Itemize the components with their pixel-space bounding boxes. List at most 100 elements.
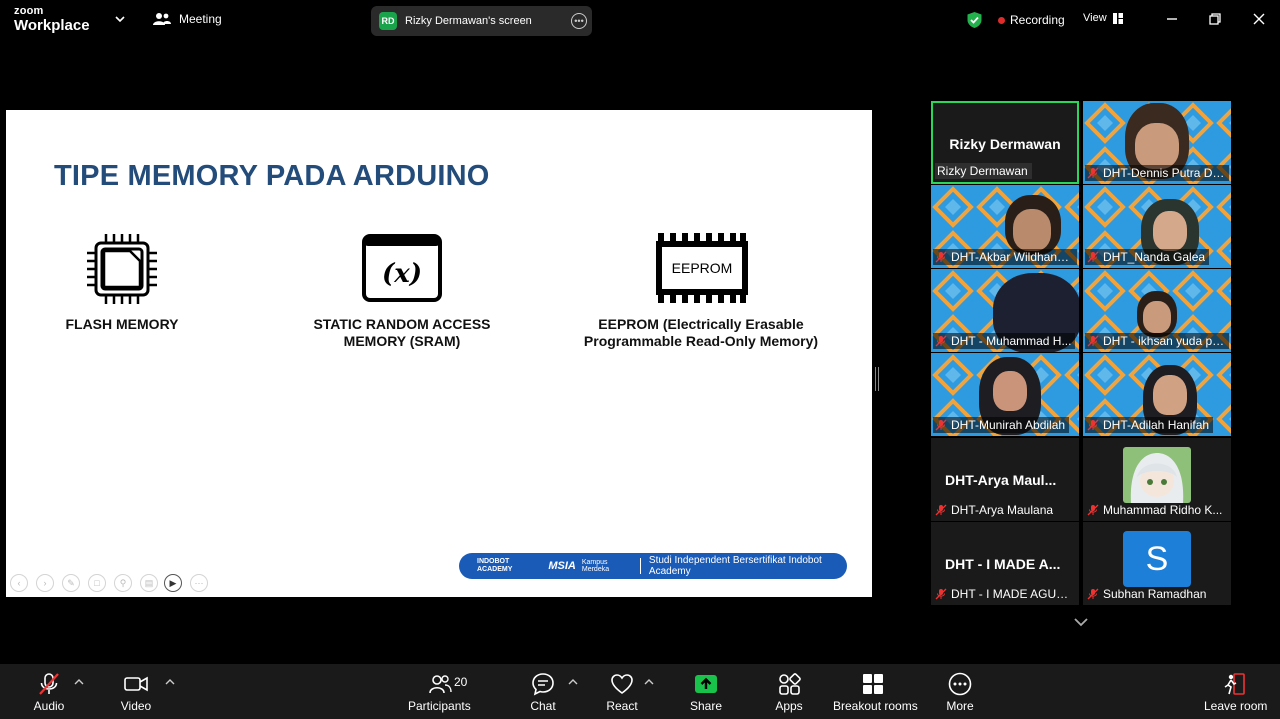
participant-name-bar: DHT-Munirah Abdilah	[933, 417, 1070, 433]
participant-tile[interactable]: Rizky Dermawan Rizky Dermawan	[931, 101, 1079, 184]
participant-name-bar: DHT - ikhsan yuda pr...	[1085, 333, 1229, 349]
breakout-rooms-button[interactable]: Breakout rooms	[833, 672, 918, 713]
share-label: Share	[689, 699, 723, 713]
share-screen-icon	[695, 675, 717, 693]
mic-muted-icon	[935, 335, 947, 347]
mic-muted-icon	[935, 419, 947, 431]
participant-tile[interactable]: DHT_Nanda Galea	[1083, 185, 1231, 268]
participant-tile[interactable]: DHT - I MADE A... DHT - I MADE AGUS ...	[931, 522, 1079, 605]
logo-line2: Workplace	[14, 17, 90, 34]
react-label: React	[606, 699, 638, 713]
apps-button[interactable]: Apps	[769, 672, 809, 713]
caret-up-icon[interactable]	[644, 678, 654, 686]
participant-name: DHT-Munirah Abdilah	[951, 418, 1066, 432]
more-icon	[948, 672, 972, 696]
subtitles-icon[interactable]: ▤	[140, 574, 158, 592]
participant-face	[1013, 209, 1051, 251]
chevron-down-icon[interactable]	[1073, 617, 1089, 627]
participant-name: DHT - I MADE AGUS ...	[951, 587, 1073, 601]
mic-muted-icon	[935, 251, 947, 263]
recording-indicator[interactable]: Recording	[998, 13, 1065, 27]
participant-big-name: DHT - I MADE A...	[945, 556, 1061, 572]
breakout-rooms-icon	[863, 674, 883, 694]
participant-tile[interactable]: S Subhan Ramadhan	[1083, 522, 1231, 605]
top-bar: zoom Workplace Meeting RD Rizky Dermawan…	[0, 0, 1280, 42]
slide-more-icon[interactable]: ⋯	[190, 574, 208, 592]
participant-name-bar: Muhammad Ridho K...	[1085, 502, 1226, 518]
participant-tile[interactable]: DHT-Arya Maul... DHT-Arya Maulana	[931, 438, 1079, 521]
participant-name: DHT_Nanda Galea	[1103, 250, 1206, 264]
mic-muted-icon	[1087, 167, 1099, 179]
banner-brand: INDOBOT ACADEMY	[477, 558, 513, 573]
participant-name-bar: DHT - Muhammad H...	[933, 333, 1076, 349]
caret-up-icon[interactable]	[165, 678, 175, 686]
split-divider-handle[interactable]	[875, 367, 879, 391]
participant-tile[interactable]: DHT - ikhsan yuda pr...	[1083, 269, 1231, 352]
mic-muted-icon	[935, 588, 947, 600]
recording-label: Recording	[1010, 13, 1065, 27]
participant-face	[1143, 301, 1171, 333]
slide-title: TIPE MEMORY PADA ARDUINO	[54, 160, 490, 192]
leave-room-icon	[1224, 673, 1245, 695]
video-button[interactable]: Video	[115, 672, 157, 713]
participant-name: DHT-Dennis Putra Dw...	[1103, 166, 1225, 180]
mic-muted-icon	[1087, 251, 1099, 263]
prev-slide-icon[interactable]: ‹	[10, 574, 28, 592]
audio-button[interactable]: Audio	[28, 672, 70, 713]
participant-avatar	[1123, 447, 1191, 503]
screen-share-label: Rizky Dermawan's screen	[405, 15, 532, 27]
minimize-icon[interactable]	[1165, 12, 1179, 26]
meeting-menu[interactable]: Meeting	[153, 12, 222, 26]
caret-up-icon[interactable]	[568, 678, 578, 686]
participant-name-bar: Rizky Dermawan	[935, 163, 1032, 179]
banner-divider	[640, 558, 641, 574]
chat-button[interactable]: Chat	[522, 672, 564, 713]
participant-tile[interactable]: DHT-Munirah Abdilah	[931, 353, 1079, 436]
variable-glyph: (x)	[382, 259, 422, 289]
react-button[interactable]: React	[602, 672, 642, 713]
sram-label: STATIC RANDOM ACCESS MEMORY (SRAM)	[313, 316, 491, 349]
mic-muted-icon	[1087, 588, 1099, 600]
close-icon[interactable]	[1252, 12, 1266, 26]
participant-name: DHT - ikhsan yuda pr...	[1103, 334, 1225, 348]
participant-tile[interactable]: DHT-Adilah Hanifah	[1083, 353, 1231, 436]
view-label: View	[1083, 12, 1107, 24]
participant-face	[1153, 375, 1187, 415]
participant-avatar: S	[1123, 531, 1191, 587]
participant-tile[interactable]: DHT-Akbar Wildhanata	[931, 185, 1079, 268]
variable-icon: (x)	[362, 234, 442, 302]
meeting-label: Meeting	[179, 12, 222, 26]
participant-tile[interactable]: DHT - Muhammad H...	[931, 269, 1079, 352]
mic-muted-icon	[1087, 335, 1099, 347]
view-menu[interactable]: View	[1083, 12, 1123, 24]
leave-room-button[interactable]: Leave room	[1204, 672, 1268, 713]
caret-up-icon[interactable]	[74, 678, 84, 686]
chevron-down-icon[interactable]	[114, 13, 126, 25]
meeting-toolbar: Audio Video Participants 20 Chat React S…	[0, 664, 1280, 719]
banner-km: Kampus Merdeka	[581, 559, 610, 573]
banner-text: Studi Independent Bersertifikat Indobot …	[648, 555, 822, 577]
eeprom-chip-text: EEPROM	[672, 260, 733, 276]
share-button[interactable]: Share	[686, 672, 726, 713]
leave-room-label: Leave room	[1204, 699, 1268, 713]
slides-icon[interactable]: □	[88, 574, 106, 592]
participant-tile[interactable]: DHT-Dennis Putra Dw...	[1083, 101, 1231, 184]
participant-name: DHT-Akbar Wildhanata	[951, 250, 1073, 264]
more-options-icon[interactable]: •••	[571, 13, 587, 29]
restore-icon[interactable]	[1208, 12, 1222, 26]
zoom-icon[interactable]: ⚲	[114, 574, 132, 592]
mic-muted-icon	[39, 673, 59, 695]
eeprom-label: EEPROM (Electrically Erasable Programmab…	[583, 316, 819, 349]
next-slide-icon[interactable]: ›	[36, 574, 54, 592]
participant-tile[interactable]: Muhammad Ridho K...	[1083, 438, 1231, 521]
mic-muted-icon	[1087, 419, 1099, 431]
encryption-shield-icon[interactable]	[966, 11, 983, 29]
more-button[interactable]: More	[940, 672, 980, 713]
screen-share-indicator[interactable]: RD Rizky Dermawan's screen •••	[371, 6, 592, 36]
pen-icon[interactable]: ✎	[62, 574, 80, 592]
camera-icon[interactable]: ▶	[164, 574, 182, 592]
chip-icon	[87, 234, 157, 304]
breakout-rooms-label: Breakout rooms	[833, 699, 918, 713]
participants-count: 20	[454, 675, 468, 689]
participant-name-bar: DHT - I MADE AGUS ...	[933, 586, 1077, 602]
